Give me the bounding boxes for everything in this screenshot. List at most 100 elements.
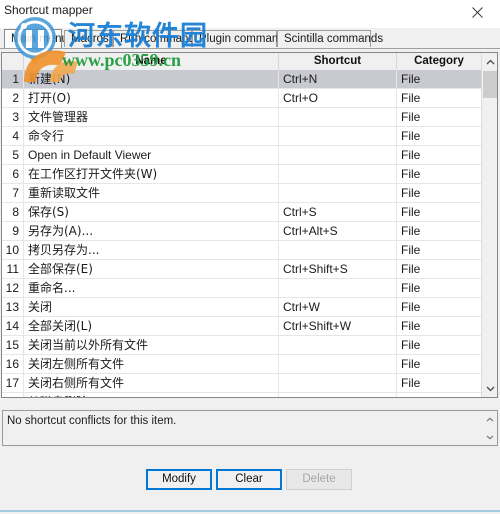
table-row[interactable]: 8 保存(S) Ctrl+S File [2,203,497,222]
tab-main-menu[interactable]: Main menu [4,29,68,48]
list-rows: 1 新建(N) Ctrl+N File 2 打开(O) Ctrl+O File 3 文件管理器 Fi… [2,70,497,397]
cell-shortcut [279,127,397,146]
cell-name: 重新读取文件 [24,184,279,203]
cell-category: File [397,393,482,397]
cell-category: File [397,355,482,374]
conflict-scroll-up-button[interactable] [483,412,497,426]
tab-scintilla-commands[interactable]: Scintilla commands [277,30,383,47]
cell-name: 命令行 [24,127,279,146]
column-header-index[interactable] [2,53,24,70]
cell-category: File [397,127,482,146]
table-row[interactable]: 12 重命名... File [2,279,497,298]
cell-idx: 11 [2,260,24,279]
table-row[interactable]: 9 另存为(A)... Ctrl+Alt+S File [2,222,497,241]
scrollbar-thumb[interactable] [483,71,497,98]
conflict-scroll-down-button[interactable] [483,430,497,444]
table-row[interactable]: 5 Open in Default Viewer File [2,146,497,165]
cell-category: File [397,374,482,393]
title-bar: Shortcut mapper [0,0,500,28]
cell-category: File [397,222,482,241]
cell-shortcut: Ctrl+O [279,89,397,108]
modify-button[interactable]: Modify [146,469,212,490]
cell-name: 关闭 [24,298,279,317]
cell-idx: 4 [2,127,24,146]
cell-idx: 14 [2,317,24,336]
table-row[interactable]: 7 重新读取文件 File [2,184,497,203]
cell-idx: 1 [2,70,24,89]
button-label: Modify [162,473,196,485]
cell-shortcut [279,393,397,397]
list-vertical-scrollbar[interactable] [481,53,497,397]
tab-plugin-commands[interactable]: Plugin commands [192,30,290,47]
delete-button: Delete [286,469,352,490]
column-header-name[interactable]: Name [24,53,279,70]
scroll-up-button[interactable] [482,53,497,70]
cell-shortcut [279,279,397,298]
conflict-scrollbar[interactable] [483,411,497,445]
bottom-accent-line [0,510,500,512]
cell-idx: 16 [2,355,24,374]
cell-name: 新建(N) [24,70,279,89]
column-header-label: Name [135,55,167,67]
cell-category: File [397,89,482,108]
close-button[interactable] [455,0,500,24]
table-row[interactable]: 2 打开(O) Ctrl+O File [2,89,497,108]
conflict-message: No shortcut conflicts for this item. [7,415,177,427]
tab-label: Run commands [120,33,201,45]
cell-category: File [397,241,482,260]
column-header-label: Shortcut [313,55,362,67]
table-row[interactable]: 14 全部关闭(L) Ctrl+Shift+W File [2,317,497,336]
cell-name: 保存(S) [24,203,279,222]
tab-label: Macros [71,33,109,45]
table-row[interactable]: 13 关闭 Ctrl+W File [2,298,497,317]
tab-macros[interactable]: Macros [64,30,113,47]
tab-label: Scintilla commands [284,33,384,45]
cell-shortcut [279,108,397,127]
cell-idx: 18 [2,393,24,397]
shortcut-list[interactable]: Name Shortcut Category 1 新建(N) Ctrl+N File 2… [1,52,498,398]
cell-name: 拷贝另存为... [24,241,279,260]
chevron-up-icon [486,416,494,421]
table-row[interactable]: 3 文件管理器 File [2,108,497,127]
list-header: Name Shortcut Category [2,53,497,70]
cell-idx: 10 [2,241,24,260]
cell-idx: 3 [2,108,24,127]
cell-category: File [397,298,482,317]
cell-shortcut: Ctrl+S [279,203,397,222]
cell-name: 文件管理器 [24,108,279,127]
cell-shortcut [279,184,397,203]
clear-button[interactable]: Clear [216,469,282,490]
table-row[interactable]: 15 关闭当前以外所有文件 File [2,336,497,355]
table-row[interactable]: 18从磁盘删除 File [2,393,497,397]
cell-name: 关闭右侧所有文件 [24,374,279,393]
scroll-down-button[interactable] [482,380,497,397]
cell-shortcut: Ctrl+Shift+S [279,260,397,279]
table-row[interactable]: 6 在工作区打开文件夹(W) File [2,165,497,184]
table-row[interactable]: 11 全部保存(E) Ctrl+Shift+S File [2,260,497,279]
cell-category: File [397,336,482,355]
close-icon [472,6,483,18]
table-row[interactable]: 16 关闭左侧所有文件 File [2,355,497,374]
cell-idx: 8 [2,203,24,222]
cell-category: File [397,146,482,165]
table-row[interactable]: 17 关闭右侧所有文件 File [2,374,497,393]
cell-category: File [397,184,482,203]
cell-name: 全部关闭(L) [24,317,279,336]
cell-idx: 7 [2,184,24,203]
cell-idx: 17 [2,374,24,393]
column-header-category[interactable]: Category [397,53,482,70]
table-row[interactable]: 1 新建(N) Ctrl+N File [2,70,497,89]
cell-category: File [397,317,482,336]
cell-name: 另存为(A)... [24,222,279,241]
cell-name: 关闭左侧所有文件 [24,355,279,374]
tab-label: Main menu [11,33,68,45]
table-row[interactable]: 4 命令行 File [2,127,497,146]
table-row[interactable]: 10 拷贝另存为... File [2,241,497,260]
column-header-shortcut[interactable]: Shortcut [279,53,397,70]
chevron-down-icon [486,435,494,440]
cell-name: 全部保存(E) [24,260,279,279]
cell-name: 从磁盘删除 [24,393,279,397]
tab-run-commands[interactable]: Run commands [113,30,201,47]
cell-name: 重命名... [24,279,279,298]
cell-idx: 12 [2,279,24,298]
